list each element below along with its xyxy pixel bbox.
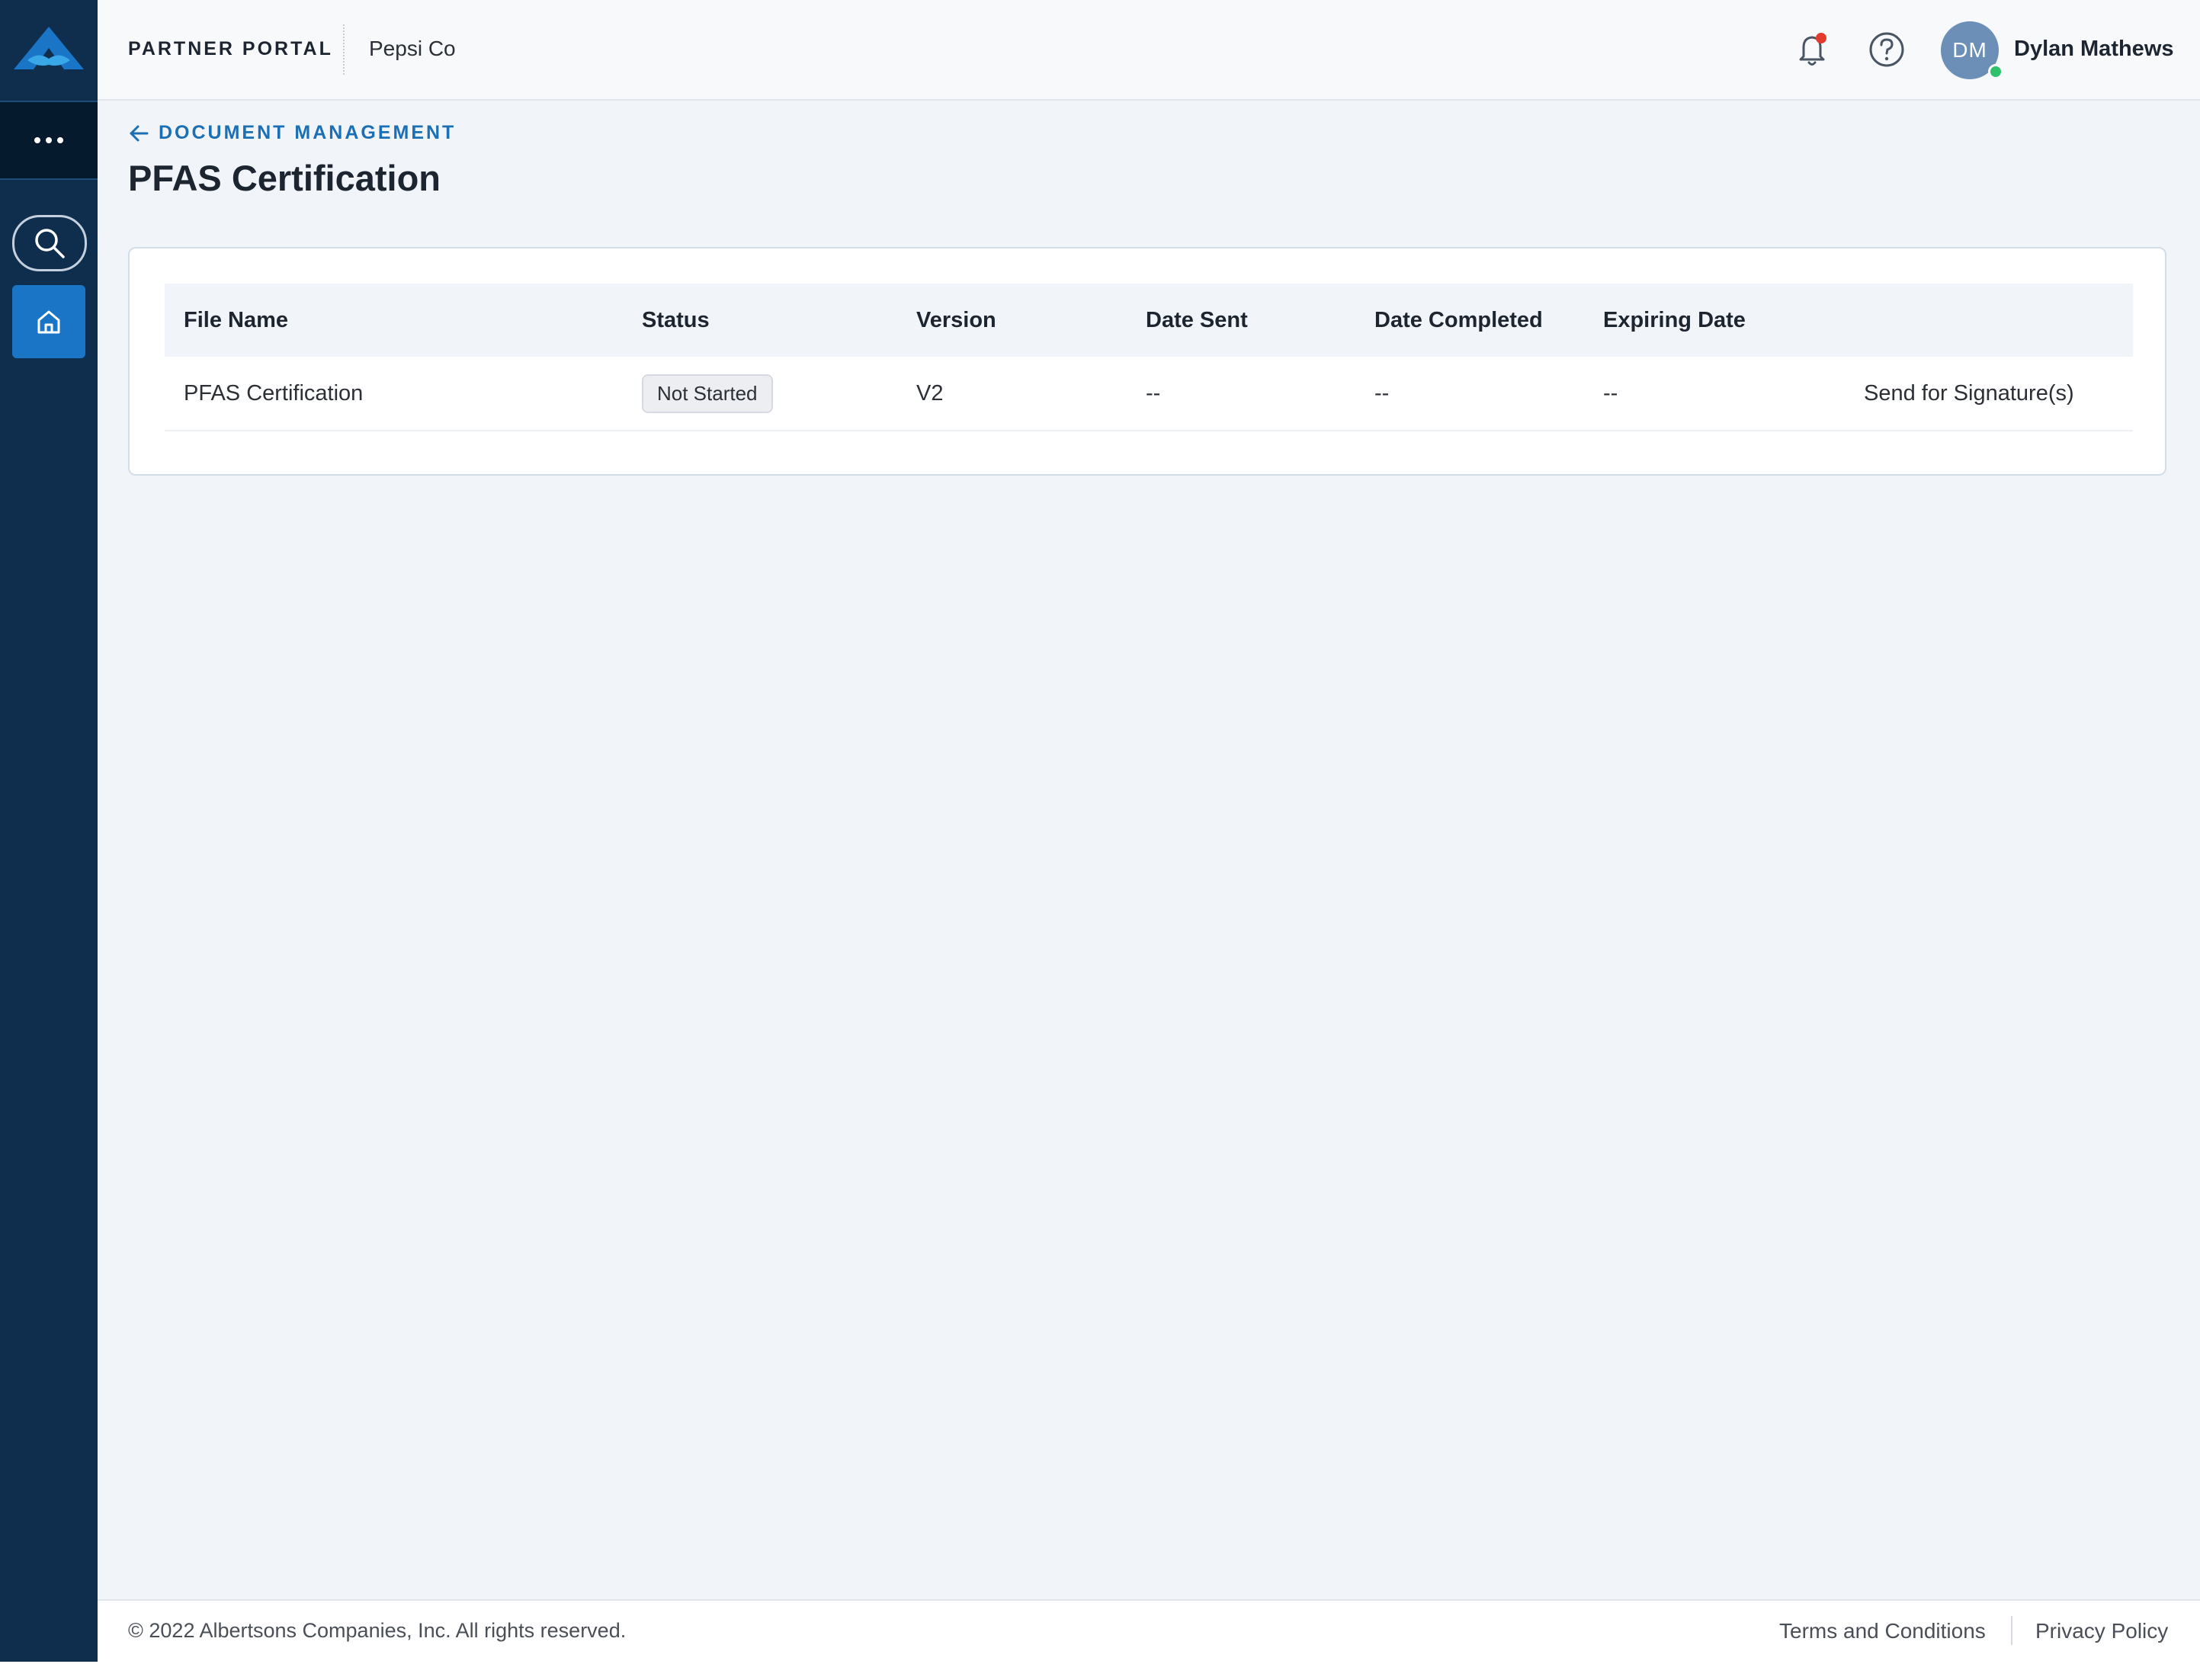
expiring-date-cell: -- [1603, 380, 1618, 406]
breadcrumb-back-link[interactable]: DOCUMENT MANAGEMENT [128, 122, 456, 144]
help-button[interactable] [1866, 29, 1907, 70]
logo-icon [14, 27, 84, 69]
home-button[interactable] [12, 285, 85, 358]
page-title: PFAS Certification [128, 158, 441, 198]
table-row: PFAS Certification Not Started V2 -- -- … [165, 357, 2133, 431]
column-header-version: Version [916, 307, 996, 332]
online-status-dot [1988, 64, 2003, 79]
privacy-link[interactable]: Privacy Policy [2035, 1619, 2168, 1643]
help-icon [1869, 32, 1904, 67]
column-header-status: Status [642, 307, 710, 332]
status-badge: Not Started [642, 374, 773, 413]
home-icon [37, 310, 60, 334]
sidebar [0, 0, 98, 1662]
terms-link[interactable]: Terms and Conditions [1779, 1619, 1986, 1643]
top-header: PARTNER PORTAL Pepsi Co DM Dylan Mathews [98, 0, 2200, 101]
arrow-left-icon [130, 125, 149, 141]
date-completed-cell: -- [1374, 380, 1390, 406]
search-icon [35, 229, 65, 258]
column-header-file-name: File Name [184, 307, 288, 332]
status-cell: Not Started [642, 357, 773, 430]
search-button[interactable] [12, 215, 87, 271]
version-cell: V2 [916, 380, 944, 406]
documents-card: File Name Status Version Date Sent Date … [128, 247, 2166, 476]
user-name[interactable]: Dylan Mathews [2014, 37, 2174, 62]
portal-title: PARTNER PORTAL [128, 38, 333, 59]
column-header-date-completed: Date Completed [1374, 307, 1543, 332]
table-header: File Name Status Version Date Sent Date … [165, 284, 2133, 357]
file-name-link[interactable]: PFAS Certification [184, 357, 363, 430]
more-icon [34, 137, 63, 143]
footer-divider [2011, 1616, 2012, 1645]
send-for-signature-link[interactable]: Send for Signature(s) [1864, 357, 2074, 430]
column-header-expiring-date: Expiring Date [1603, 307, 1746, 332]
bell-icon [1799, 33, 1826, 66]
column-header-date-sent: Date Sent [1146, 307, 1248, 332]
more-menu-button[interactable] [0, 101, 98, 180]
header-divider [343, 24, 345, 75]
copyright-text: © 2022 Albertsons Companies, Inc. All ri… [128, 1619, 627, 1642]
notifications-button[interactable] [1793, 29, 1834, 70]
footer: © 2022 Albertsons Companies, Inc. All ri… [98, 1599, 2200, 1663]
documents-table: File Name Status Version Date Sent Date … [165, 284, 2133, 431]
company-name: Pepsi Co [369, 37, 456, 60]
breadcrumb-label: DOCUMENT MANAGEMENT [159, 122, 457, 143]
main-content: DOCUMENT MANAGEMENT PFAS Certification F… [98, 101, 2200, 1599]
date-sent-cell: -- [1146, 380, 1161, 406]
albertsons-logo[interactable] [0, 0, 98, 99]
